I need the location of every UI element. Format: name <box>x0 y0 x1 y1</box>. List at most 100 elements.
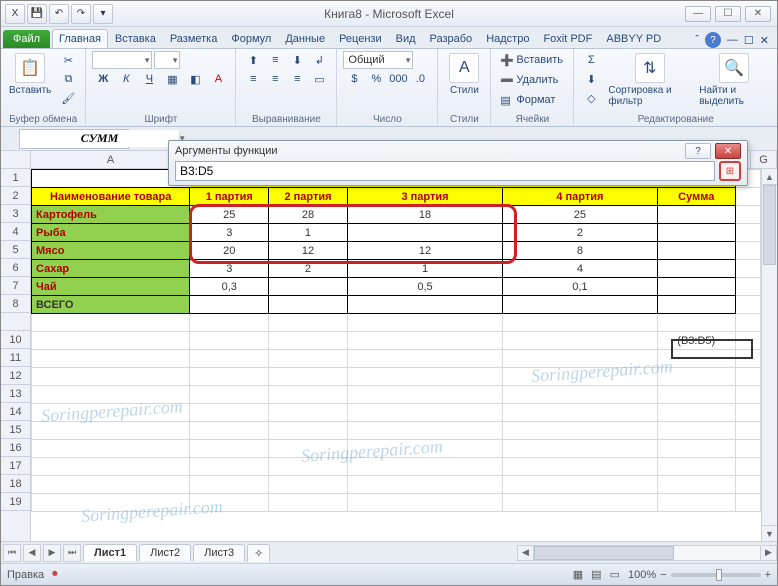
vertical-scrollbar[interactable]: ▲ ▼ <box>761 169 777 541</box>
autosum-button[interactable]: Σ <box>580 51 602 69</box>
cell[interactable]: 8 <box>503 242 657 260</box>
horizontal-scrollbar[interactable]: ◀ ▶ <box>517 545 777 561</box>
cut-button[interactable]: ✂ <box>57 51 79 69</box>
cell[interactable]: 0,3 <box>190 278 269 296</box>
cell[interactable]: Чай <box>32 278 190 296</box>
cell[interactable] <box>269 278 348 296</box>
cell[interactable]: 4 партия <box>503 188 657 206</box>
font-size[interactable] <box>154 51 180 69</box>
align-bot[interactable]: ⬇ <box>286 51 308 69</box>
scroll-down-icon[interactable]: ▼ <box>762 525 777 541</box>
row-header[interactable]: 14 <box>1 403 30 421</box>
sheet-tab[interactable]: Лист2 <box>139 544 191 561</box>
fill-down-button[interactable]: ⬇ <box>580 70 602 88</box>
cell[interactable]: 4 <box>503 260 657 278</box>
zoom-in-button[interactable]: + <box>765 569 771 581</box>
zoom-slider[interactable] <box>671 573 761 577</box>
view-layout-icon[interactable]: ▤ <box>591 568 601 581</box>
font-color-button[interactable]: A <box>207 70 229 88</box>
align-top[interactable]: ⬆ <box>242 51 264 69</box>
cell[interactable]: 1 партия <box>190 188 269 206</box>
sheet-nav-prev[interactable]: ◀ <box>23 544 41 562</box>
doc-max-button[interactable]: ☐ <box>744 34 754 47</box>
cell[interactable] <box>657 278 735 296</box>
fill-button[interactable]: ◧ <box>184 70 206 88</box>
row-header[interactable]: 5 <box>1 241 30 259</box>
tab-formulas[interactable]: Формул <box>224 29 278 48</box>
scroll-left-icon[interactable]: ◀ <box>518 546 534 560</box>
cell[interactable] <box>347 224 502 242</box>
scroll-up-icon[interactable]: ▲ <box>762 169 777 185</box>
cell[interactable]: Мясо <box>32 242 190 260</box>
qat-undo[interactable]: ↶ <box>49 4 69 24</box>
row-header[interactable]: 6 <box>1 259 30 277</box>
merge-button[interactable]: ▭ <box>308 70 330 88</box>
cell[interactable]: 2 партия <box>269 188 348 206</box>
comma-button[interactable]: 000 <box>387 70 409 88</box>
macro-record-icon[interactable]: ⏺ <box>52 568 58 581</box>
cell[interactable]: 3 партия <box>347 188 502 206</box>
col-header[interactable]: A <box>31 151 191 168</box>
ribbon-collapse-icon[interactable]: ˆ <box>695 34 699 46</box>
row-header[interactable]: 7 <box>1 277 30 295</box>
font-name[interactable] <box>92 51 152 69</box>
row-header[interactable]: 17 <box>1 457 30 475</box>
cell[interactable]: 25 <box>503 206 657 224</box>
row-header[interactable]: 15 <box>1 421 30 439</box>
dialog-restore-button[interactable]: ⊞ <box>719 161 741 181</box>
cell[interactable]: Сахар <box>32 260 190 278</box>
tab-data[interactable]: Данные <box>278 29 332 48</box>
cell[interactable]: 28 <box>269 206 348 224</box>
number-format[interactable]: Общий <box>343 51 413 69</box>
find-button[interactable]: 🔍Найти и выделить <box>697 51 771 109</box>
cell[interactable]: 2 <box>269 260 348 278</box>
cell[interactable]: 1 <box>347 260 502 278</box>
sort-filter-button[interactable]: ⇅Сортировка и фильтр <box>606 51 693 109</box>
tab-dev[interactable]: Разрабо <box>423 29 480 48</box>
delete-cells[interactable]: ➖Удалить <box>497 71 567 89</box>
scroll-right-icon[interactable]: ▶ <box>760 546 776 560</box>
cell[interactable]: 18 <box>347 206 502 224</box>
tab-foxit[interactable]: Foxit PDF <box>536 29 599 48</box>
row-header[interactable]: 19 <box>1 493 30 511</box>
dialog-help-button[interactable]: ? <box>685 143 711 159</box>
insert-cells[interactable]: ➕Вставить <box>497 51 567 69</box>
select-all-corner[interactable] <box>1 151 31 169</box>
close-button[interactable]: ✕ <box>745 6 771 22</box>
cell[interactable] <box>657 224 735 242</box>
cell[interactable]: 12 <box>269 242 348 260</box>
cell[interactable] <box>657 206 735 224</box>
row-header[interactable]: 2 <box>1 187 30 205</box>
help-icon[interactable]: ? <box>705 32 721 48</box>
clear-button[interactable]: ◇ <box>580 89 602 107</box>
border-button[interactable]: ▦ <box>161 70 183 88</box>
row-header[interactable]: 13 <box>1 385 30 403</box>
dialog-close-button[interactable]: ✕ <box>715 143 741 159</box>
name-box[interactable]: ▾ <box>19 129 129 149</box>
italic-button[interactable]: К <box>115 70 137 88</box>
function-arguments-dialog[interactable]: Аргументы функции ? ✕ ⊞ <box>168 140 748 186</box>
paste-button[interactable]: 📋Вставить <box>7 51 53 98</box>
qat-more[interactable]: ▾ <box>93 4 113 24</box>
tab-layout[interactable]: Разметка <box>163 29 225 48</box>
row-header[interactable]: 11 <box>1 349 30 367</box>
underline-button[interactable]: Ч <box>138 70 160 88</box>
cell[interactable]: Рыба <box>32 224 190 242</box>
row-header[interactable]: 10 <box>1 331 30 349</box>
cell[interactable]: 0,1 <box>503 278 657 296</box>
row-header[interactable]: 8 <box>1 295 30 313</box>
sheet-nav-first[interactable]: ⏮ <box>3 544 21 562</box>
cell[interactable]: 0,5 <box>347 278 502 296</box>
row-header[interactable] <box>1 313 30 331</box>
cell[interactable]: 2 <box>503 224 657 242</box>
row-header[interactable]: 3 <box>1 205 30 223</box>
tab-review[interactable]: Рецензи <box>332 29 389 48</box>
sheet-nav-next[interactable]: ▶ <box>43 544 61 562</box>
row-header[interactable]: 18 <box>1 475 30 493</box>
inc-dec-button[interactable]: .0 <box>409 70 431 88</box>
row-header[interactable]: 12 <box>1 367 30 385</box>
cell[interactable]: 3 <box>190 224 269 242</box>
align-mid[interactable]: ≡ <box>264 51 286 69</box>
row-header[interactable]: 4 <box>1 223 30 241</box>
sheet-tab[interactable]: Лист3 <box>193 544 245 561</box>
